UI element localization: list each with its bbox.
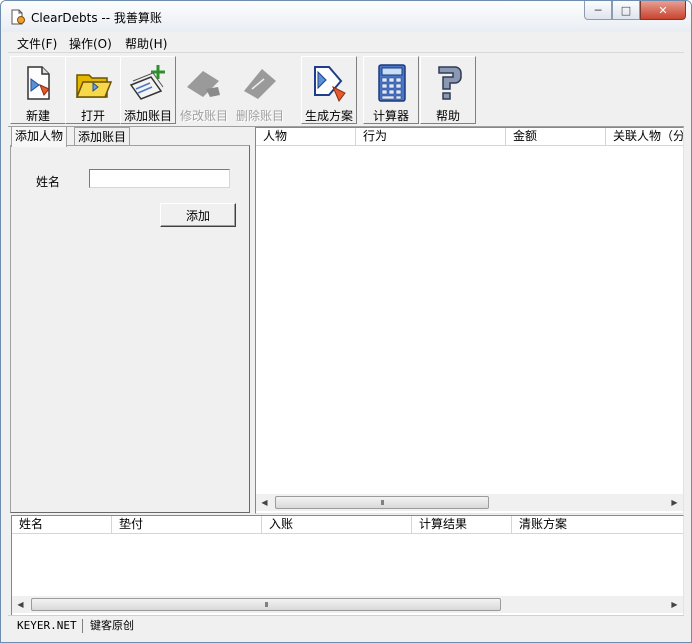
- name-label: 姓名: [36, 175, 61, 189]
- tab-add-person[interactable]: 添加人物: [11, 126, 68, 147]
- scroll-right-icon[interactable]: ▶: [666, 494, 683, 511]
- help-label: 帮助: [435, 109, 460, 123]
- new-button[interactable]: 新建: [10, 56, 66, 124]
- results-hscrollbar[interactable]: ◀ III ▶: [12, 596, 683, 613]
- delete-entry-label: 删除账目: [235, 109, 284, 123]
- add-entry-button[interactable]: 添加账目: [120, 56, 176, 124]
- generate-plan-button[interactable]: 生成方案: [301, 56, 357, 124]
- edit-entry-icon: [187, 71, 220, 97]
- add-person-button-label: 添加: [185, 208, 210, 223]
- column-header-person[interactable]: 人物: [256, 128, 356, 145]
- column-header-result[interactable]: 计算结果: [412, 516, 512, 533]
- tab-add-entry[interactable]: 添加账目: [74, 127, 131, 146]
- generate-plan-label: 生成方案: [304, 109, 353, 123]
- menu-help[interactable]: 帮助(H): [125, 35, 167, 52]
- column-header-amount[interactable]: 金额: [506, 128, 606, 145]
- maximize-icon: □: [620, 3, 632, 17]
- status-bar: KEYER.NET 键客原创: [8, 615, 684, 636]
- new-file-icon: [27, 66, 50, 100]
- help-icon: [438, 66, 462, 100]
- entries-list[interactable]: 人物 行为 金额 关联人物（分 ◀ III ▶: [255, 127, 684, 514]
- open-button[interactable]: 打开: [65, 56, 121, 124]
- menu-bar: 文件(F) 操作(O) 帮助(H): [8, 32, 684, 53]
- minimize-icon: ─: [594, 3, 602, 17]
- window-title: ClearDebts -- 我善算账: [31, 11, 162, 25]
- edit-entry-button[interactable]: 修改账目: [176, 56, 232, 124]
- scroll-thumb[interactable]: III: [31, 598, 501, 611]
- column-header-action[interactable]: 行为: [356, 128, 506, 145]
- maximize-button[interactable]: □: [612, 1, 640, 20]
- window-controls: ─ □ ✕: [584, 1, 686, 21]
- scroll-left-icon[interactable]: ◀: [12, 596, 29, 613]
- tab-add-entry-label: 添加账目: [78, 130, 127, 144]
- main-window: ClearDebts -- 我善算账 ─ □ ✕ 文件(F) 操作(O) 帮助(…: [0, 0, 692, 643]
- add-entry-icon: [129, 65, 165, 100]
- column-header-income[interactable]: 入账: [262, 516, 412, 533]
- scroll-right-icon[interactable]: ▶: [666, 596, 683, 613]
- column-header-related[interactable]: 关联人物（分: [606, 128, 683, 145]
- add-person-panel: 姓名 添加: [10, 145, 250, 513]
- status-text: 键客原创: [90, 619, 134, 632]
- tab-add-person-label: 添加人物: [15, 129, 64, 143]
- toolbar: 新建 打开 添加账目 修改账目 删除账目 生成方案 计算器 帮助: [8, 54, 684, 127]
- column-header-name[interactable]: 姓名: [12, 516, 112, 533]
- open-folder-icon: [75, 74, 113, 98]
- status-site: KEYER.NET: [17, 619, 77, 632]
- close-icon: ✕: [658, 3, 668, 17]
- add-person-button[interactable]: 添加: [160, 203, 236, 227]
- status-separator: [82, 619, 83, 633]
- close-button[interactable]: ✕: [640, 1, 686, 20]
- column-header-advance[interactable]: 垫付: [112, 516, 262, 533]
- minimize-button[interactable]: ─: [584, 1, 612, 20]
- calculator-icon: [378, 64, 406, 102]
- grip-icon: III: [380, 498, 384, 507]
- generate-plan-icon: [314, 66, 346, 102]
- help-button[interactable]: 帮助: [420, 56, 476, 124]
- delete-entry-button[interactable]: 删除账目: [232, 56, 288, 124]
- menu-operation[interactable]: 操作(O): [69, 35, 112, 52]
- app-icon: [11, 9, 25, 25]
- name-input[interactable]: [89, 169, 230, 188]
- scroll-left-icon[interactable]: ◀: [256, 494, 273, 511]
- entries-header: 人物 行为 金额 关联人物（分: [256, 128, 683, 146]
- scroll-thumb[interactable]: III: [275, 496, 489, 509]
- entries-hscrollbar[interactable]: ◀ III ▶: [256, 494, 683, 511]
- calculator-button[interactable]: 计算器: [363, 56, 419, 124]
- results-header: 姓名 垫付 入账 计算结果 清账方案: [12, 516, 683, 534]
- title-bar[interactable]: ClearDebts -- 我善算账 ─ □ ✕: [1, 1, 691, 32]
- delete-entry-icon: [244, 69, 276, 99]
- left-panel: 添加人物 添加账目 姓名 添加: [8, 126, 252, 513]
- results-list[interactable]: 姓名 垫付 入账 计算结果 清账方案 ◀ III ▶: [11, 515, 684, 616]
- grip-icon: III: [264, 600, 268, 609]
- column-header-plan[interactable]: 清账方案: [512, 516, 683, 533]
- menu-file[interactable]: 文件(F): [17, 35, 57, 52]
